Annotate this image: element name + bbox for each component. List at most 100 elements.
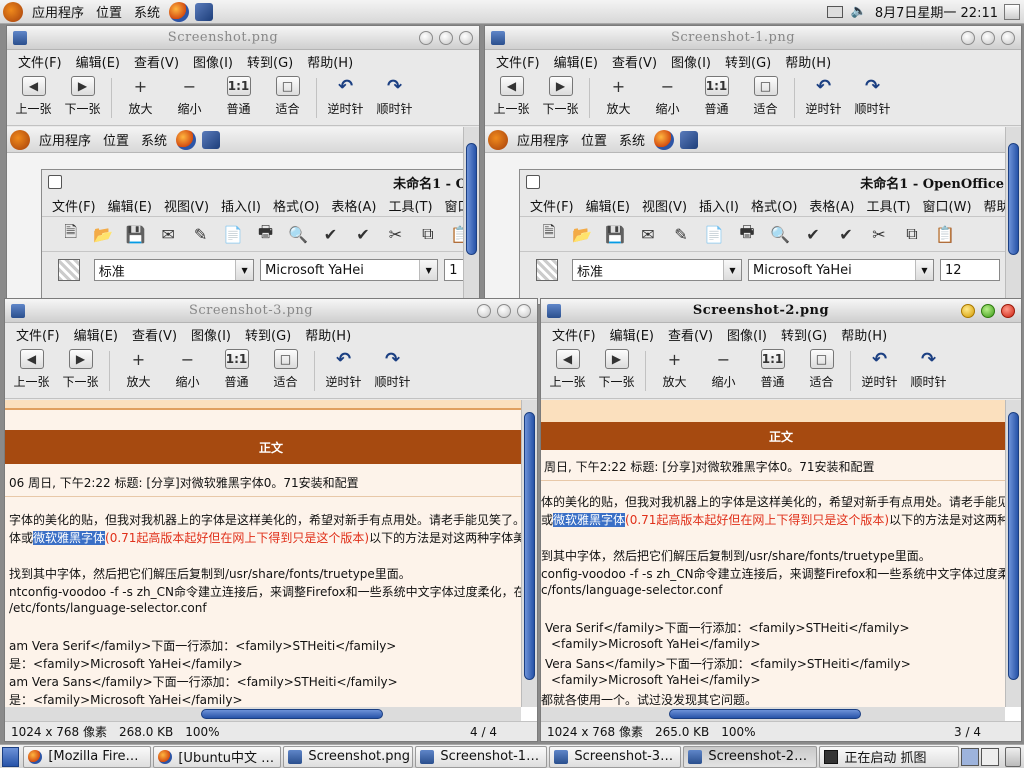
maximize-button[interactable] bbox=[439, 30, 453, 45]
vertical-scrollbar[interactable] bbox=[1005, 400, 1021, 707]
menu-item[interactable]: 编辑(E) bbox=[603, 325, 661, 344]
close-button[interactable] bbox=[459, 30, 473, 45]
menu-item[interactable]: 编辑(E) bbox=[547, 52, 605, 71]
menu-item[interactable]: 图像(I) bbox=[720, 325, 774, 344]
image-view[interactable]: 正文 周日, 下午2:22 标题: [分享]对微软雅黑字体0。71安装和配置 体… bbox=[541, 400, 1021, 721]
tool-button-3[interactable]: − 缩小 bbox=[163, 345, 212, 390]
tool-button-6[interactable]: ↶ 逆时针 bbox=[855, 345, 904, 390]
tool-button-4[interactable]: 1:1 普通 bbox=[212, 345, 261, 390]
help-launcher-icon[interactable] bbox=[195, 2, 214, 21]
tool-button-1[interactable]: ▶ 下一张 bbox=[536, 72, 585, 117]
clock[interactable]: 8月7日星期一 22:11 bbox=[875, 2, 998, 21]
scroll-thumb[interactable] bbox=[1008, 143, 1019, 255]
tool-button-3[interactable]: − 缩小 bbox=[643, 72, 692, 117]
menu-item[interactable]: 查看(V) bbox=[127, 52, 186, 71]
tool-button-0[interactable]: ◀ 上一张 bbox=[7, 345, 56, 390]
minimize-button[interactable] bbox=[961, 30, 975, 45]
tool-button-3[interactable]: − 缩小 bbox=[699, 345, 748, 390]
titlebar[interactable]: Screenshot-3.png bbox=[5, 299, 537, 323]
taskbar-button[interactable]: Screenshot-3… bbox=[549, 745, 682, 768]
menu-item[interactable]: 转到(G) bbox=[718, 52, 778, 71]
menu-item[interactable]: 转到(G) bbox=[774, 325, 834, 344]
menu-item[interactable]: 图像(I) bbox=[664, 52, 718, 71]
menu-item[interactable]: 帮助(H) bbox=[834, 325, 894, 344]
vertical-scrollbar[interactable] bbox=[1005, 127, 1021, 304]
close-button[interactable] bbox=[517, 303, 531, 318]
workspace-2[interactable] bbox=[981, 747, 1000, 766]
vertical-scrollbar[interactable] bbox=[521, 400, 537, 707]
menu-item[interactable]: 编辑(E) bbox=[69, 52, 127, 71]
taskbar-button[interactable]: Screenshot-2… bbox=[683, 745, 818, 768]
taskbar-button[interactable]: [Mozilla Fire… bbox=[23, 745, 152, 768]
tool-button-1[interactable]: ▶ 下一张 bbox=[56, 345, 105, 390]
tool-button-3[interactable]: − 缩小 bbox=[165, 72, 214, 117]
tool-button-2[interactable]: + 放大 bbox=[594, 72, 643, 117]
hscroll-thumb[interactable] bbox=[669, 709, 861, 719]
workspace-switcher[interactable] bbox=[961, 747, 1000, 766]
menu-item[interactable]: 查看(V) bbox=[605, 52, 664, 71]
maximize-button[interactable] bbox=[981, 30, 995, 45]
image-view[interactable]: 应用程序 位置 系统 未命名1 - OpenOffice 文件(F) 编辑(E) 视… bbox=[485, 127, 1021, 304]
scroll-thumb[interactable] bbox=[524, 412, 535, 680]
tool-button-5[interactable]: □ 适合 bbox=[263, 72, 312, 117]
menu-item[interactable]: 文件(F) bbox=[489, 52, 547, 71]
scroll-thumb[interactable] bbox=[1008, 412, 1019, 680]
tool-button-1[interactable]: ▶ 下一张 bbox=[592, 345, 641, 390]
menu-item[interactable]: 文件(F) bbox=[11, 52, 69, 71]
menu-applications[interactable]: 应用程序 bbox=[26, 2, 90, 21]
show-desktop-icon[interactable] bbox=[2, 746, 20, 767]
tool-button-1[interactable]: ▶ 下一张 bbox=[58, 72, 107, 117]
menu-item[interactable]: 帮助(H) bbox=[300, 52, 360, 71]
taskbar-button[interactable]: 正在启动 抓图 bbox=[819, 745, 960, 768]
menu-places[interactable]: 位置 bbox=[90, 2, 128, 21]
tool-button-0[interactable]: ◀ 上一张 bbox=[487, 72, 536, 117]
menu-item[interactable]: 编辑(E) bbox=[67, 325, 125, 344]
tool-button-4[interactable]: 1:1 普通 bbox=[214, 72, 263, 117]
menu-item[interactable]: 图像(I) bbox=[186, 52, 240, 71]
hscroll-thumb[interactable] bbox=[201, 709, 383, 719]
menu-item[interactable]: 文件(F) bbox=[545, 325, 603, 344]
ubuntu-logo-icon[interactable] bbox=[3, 1, 23, 22]
minimize-button[interactable] bbox=[961, 303, 975, 318]
maximize-button[interactable] bbox=[497, 303, 511, 318]
tool-button-2[interactable]: + 放大 bbox=[114, 345, 163, 390]
tool-button-7[interactable]: ↷ 顺时针 bbox=[370, 72, 419, 117]
horizontal-scrollbar[interactable] bbox=[541, 707, 1005, 721]
maximize-button[interactable] bbox=[981, 303, 995, 318]
taskbar-button[interactable]: Screenshot.png bbox=[283, 745, 414, 768]
titlebar[interactable]: Screenshot.png bbox=[7, 26, 479, 50]
tool-button-7[interactable]: ↷ 顺时针 bbox=[368, 345, 417, 390]
scroll-thumb[interactable] bbox=[466, 143, 477, 255]
workspace-1[interactable] bbox=[961, 747, 980, 766]
close-button[interactable] bbox=[1001, 303, 1015, 318]
close-button[interactable] bbox=[1001, 30, 1015, 45]
menu-item[interactable]: 帮助(H) bbox=[778, 52, 838, 71]
horizontal-scrollbar[interactable] bbox=[5, 707, 521, 721]
firefox-launcher-icon[interactable] bbox=[169, 1, 190, 22]
minimize-button[interactable] bbox=[419, 30, 433, 45]
volume-icon[interactable]: 🔈 bbox=[851, 4, 867, 19]
menu-item[interactable]: 图像(I) bbox=[184, 325, 238, 344]
trash-icon[interactable] bbox=[1005, 746, 1021, 767]
tool-button-6[interactable]: ↶ 逆时针 bbox=[799, 72, 848, 117]
image-view[interactable]: 正文 06 周日, 下午2:22 标题: [分享]对微软雅黑字体0。71安装和配… bbox=[5, 400, 537, 721]
tool-button-6[interactable]: ↶ 逆时针 bbox=[321, 72, 370, 117]
tool-button-0[interactable]: ◀ 上一张 bbox=[543, 345, 592, 390]
tool-button-5[interactable]: □ 适合 bbox=[797, 345, 846, 390]
menu-item[interactable]: 转到(G) bbox=[238, 325, 298, 344]
vertical-scrollbar[interactable] bbox=[463, 127, 479, 304]
tool-button-2[interactable]: + 放大 bbox=[650, 345, 699, 390]
tool-button-7[interactable]: ↷ 顺时针 bbox=[904, 345, 953, 390]
tool-button-2[interactable]: + 放大 bbox=[116, 72, 165, 117]
menu-item[interactable]: 查看(V) bbox=[661, 325, 720, 344]
display-icon[interactable] bbox=[826, 5, 843, 18]
taskbar-button[interactable]: Screenshot-1… bbox=[415, 745, 548, 768]
menu-item[interactable]: 帮助(H) bbox=[298, 325, 358, 344]
menu-system[interactable]: 系统 bbox=[128, 2, 166, 21]
logout-icon[interactable] bbox=[1004, 3, 1020, 20]
titlebar[interactable]: Screenshot-2.png bbox=[541, 299, 1021, 323]
menu-item[interactable]: 转到(G) bbox=[240, 52, 300, 71]
tool-button-6[interactable]: ↶ 逆时针 bbox=[319, 345, 368, 390]
tool-button-4[interactable]: 1:1 普通 bbox=[748, 345, 797, 390]
menu-item[interactable]: 文件(F) bbox=[9, 325, 67, 344]
